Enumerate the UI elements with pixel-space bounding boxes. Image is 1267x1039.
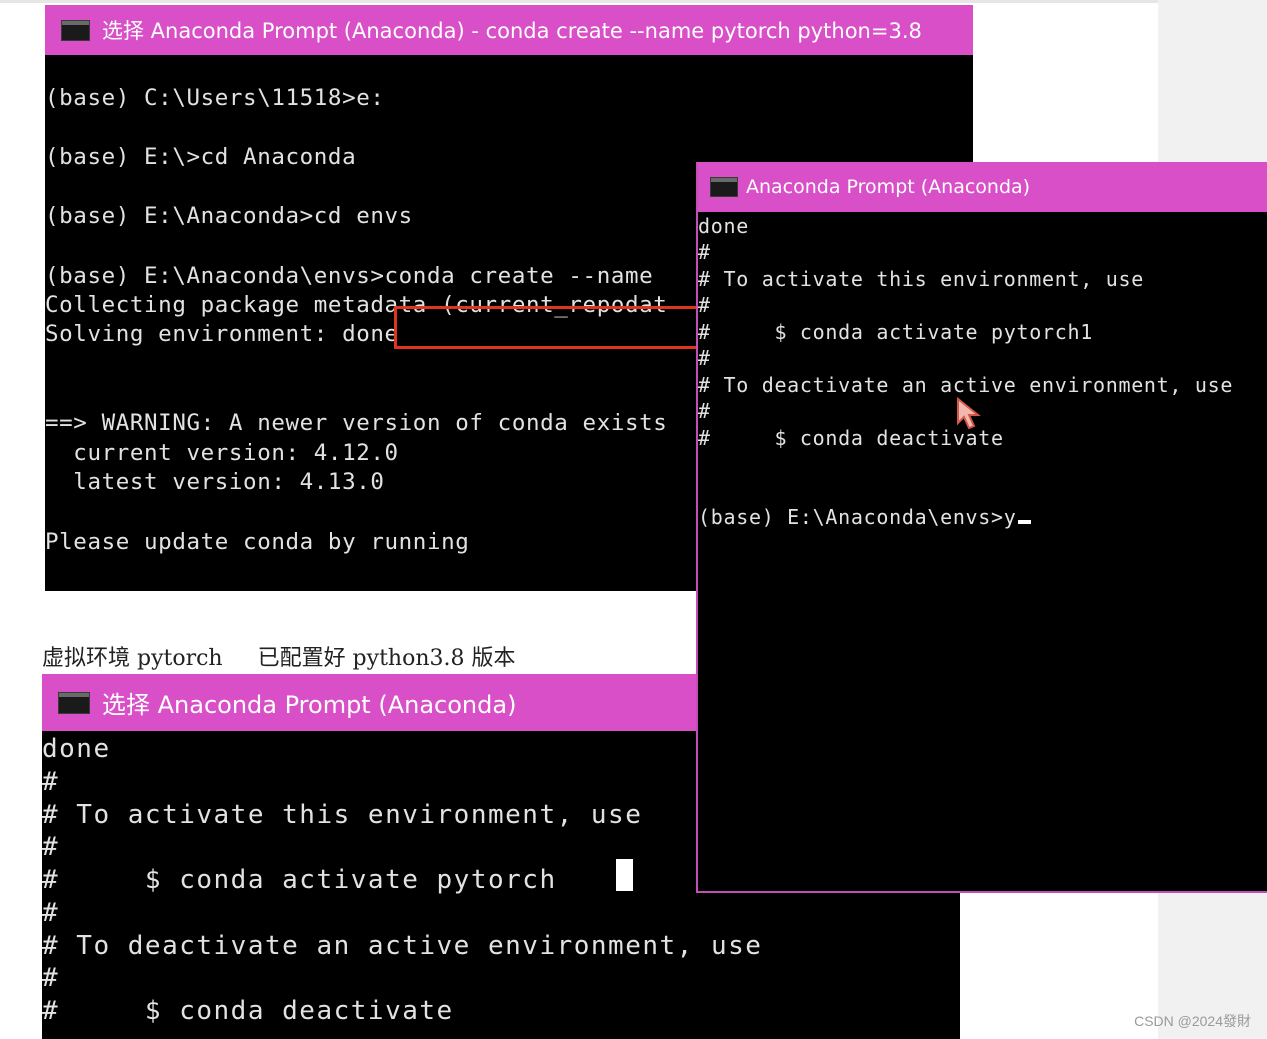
terminal-line: (base) C:\Users\11518>e:	[45, 85, 385, 111]
text-cursor	[1017, 520, 1031, 524]
terminal-line: # To deactivate an active environment, u…	[698, 373, 1234, 397]
window-titlebar[interactable]: 选择 Anaconda Prompt (Anaconda) - conda cr…	[45, 5, 973, 55]
window-title: 选择 Anaconda Prompt (Anaconda) - conda cr…	[102, 19, 922, 43]
anaconda-prompt-window-front[interactable]: Anaconda Prompt (Anaconda) done # # To a…	[696, 162, 1267, 893]
terminal-output[interactable]: done # # To activate this environment, u…	[698, 212, 1267, 891]
terminal-line: # To activate this environment, use	[698, 267, 1144, 291]
console-icon	[58, 691, 90, 714]
terminal-line: Solving environment: done	[45, 321, 399, 347]
watermark: CSDN @2024發財	[1134, 1013, 1251, 1029]
terminal-line: # $ conda deactivate	[42, 996, 454, 1026]
terminal-line: #	[698, 293, 711, 317]
terminal-line: # To activate this environment, use	[42, 800, 643, 830]
mouse-pointer-icon	[957, 397, 981, 430]
terminal-line: (base) E:\Anaconda>cd envs	[45, 203, 413, 229]
text-cursor	[616, 859, 633, 891]
terminal-line: latest version: 4.13.0	[45, 469, 385, 495]
console-icon	[710, 177, 738, 197]
terminal-line: done	[42, 734, 111, 764]
terminal-line: # $ conda activate pytorch1	[698, 320, 1093, 344]
terminal-line: # To deactivate an active environment, u…	[42, 931, 763, 961]
terminal-line: #	[42, 767, 60, 797]
console-icon	[61, 19, 90, 41]
terminal-line: ==> WARNING: A newer version of conda ex…	[45, 410, 668, 436]
window-title: 选择 Anaconda Prompt (Anaconda)	[102, 691, 517, 719]
terminal-line: #	[42, 832, 60, 862]
terminal-line: (base) E:\Anaconda\envs>conda create --n…	[45, 263, 654, 289]
terminal-line: (base) E:\>cd Anaconda	[45, 144, 357, 170]
terminal-line: # $ conda activate pytorch	[42, 865, 557, 895]
terminal-line: Please update conda by running	[45, 529, 470, 555]
terminal-line: #	[42, 963, 60, 993]
window-title: Anaconda Prompt (Anaconda)	[746, 176, 1031, 198]
terminal-line: #	[698, 399, 711, 423]
command-highlight-box	[394, 306, 704, 349]
terminal-line: #	[698, 346, 711, 370]
terminal-line: #	[698, 240, 711, 264]
prompt-text: (base) E:\Anaconda\envs>y	[698, 505, 1017, 529]
prompt-line[interactable]: (base) E:\Anaconda\envs>y	[698, 505, 1031, 529]
terminal-line: done	[698, 214, 749, 238]
terminal-line: #	[42, 898, 60, 928]
top-divider	[0, 0, 1158, 3]
terminal-line: current version: 4.12.0	[45, 440, 399, 466]
window-titlebar[interactable]: Anaconda Prompt (Anaconda)	[698, 162, 1267, 212]
caption-text: 虚拟环境 pytorch 已配置好 python3.8 版本	[42, 646, 516, 671]
